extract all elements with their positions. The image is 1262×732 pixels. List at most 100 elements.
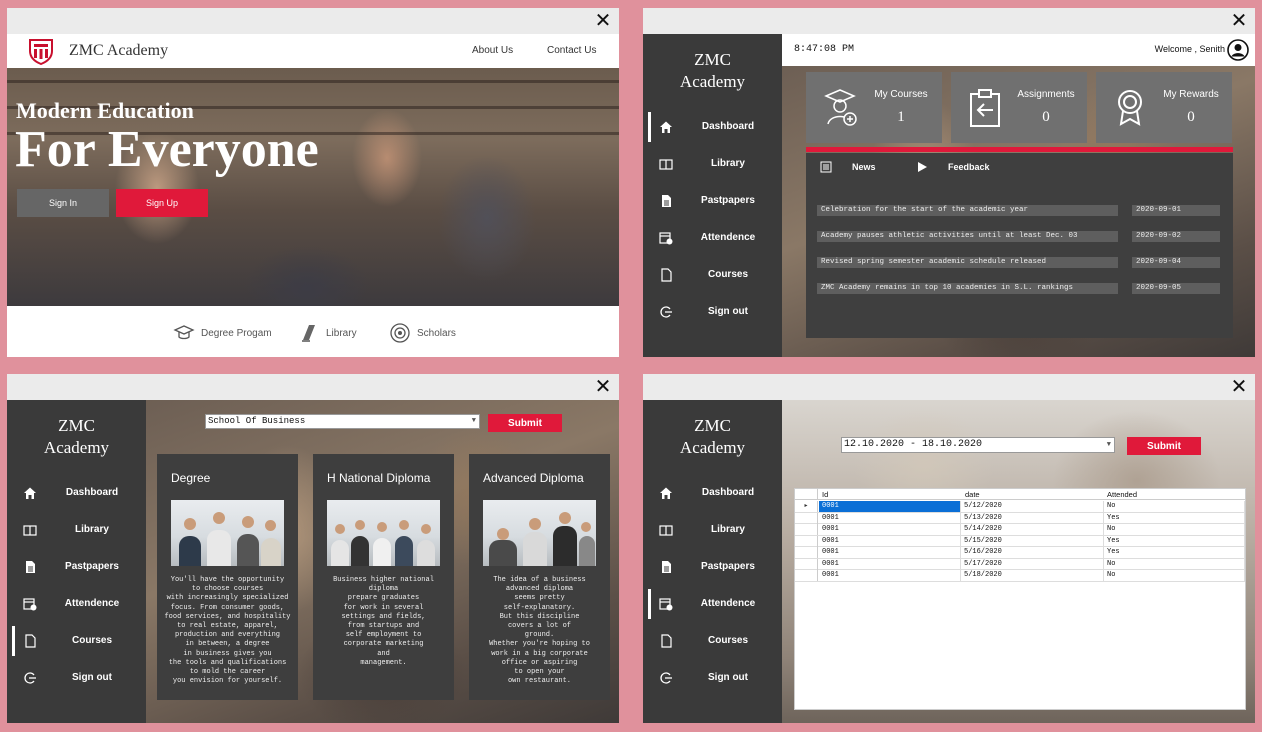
table-cell-date[interactable]: 5/13/2020 (961, 512, 1104, 524)
sidebar-item-library[interactable]: Library (7, 515, 146, 545)
card-value: 1 (897, 109, 905, 125)
row-selector[interactable] (795, 547, 818, 558)
table-cell-id[interactable]: 0001 (819, 558, 961, 570)
sidebar-item-library[interactable]: Library (643, 515, 782, 545)
sign-up-button[interactable]: Sign Up (116, 189, 208, 217)
scholar-icon (390, 323, 410, 343)
sidebar-item-attendence[interactable]: Attendence (643, 223, 782, 253)
news-title: ZMC Academy remains in top 10 academies … (817, 283, 1118, 294)
table-row[interactable]: 0001 5/13/2020 Yes (795, 512, 1245, 524)
table-row[interactable]: 0001 5/18/2020 No (795, 570, 1245, 582)
sidebar-item-attendence[interactable]: Attendence (7, 589, 146, 619)
school-select[interactable]: School Of Business ▼ (205, 414, 480, 429)
row-selector[interactable] (795, 570, 818, 581)
brand-name: ZMC Academy (69, 42, 169, 59)
sidebar-item-dashboard[interactable]: Dashboard (7, 478, 146, 508)
feature-bar: Degree Progam Library Scholars (7, 306, 619, 357)
chevron-down-icon: ▼ (1106, 441, 1111, 449)
sidebar-item-pastpapers[interactable]: Pastpapers (643, 186, 782, 216)
table-cell-id[interactable]: 0001 (819, 535, 961, 547)
week-select[interactable]: 12.10.2020 - 18.10.2020 ▼ (841, 437, 1115, 453)
table-cell-id[interactable]: 0001 (819, 547, 961, 558)
sidebar-item-sign-out[interactable]: Sign out (643, 297, 782, 327)
document-icon (662, 561, 671, 573)
sidebar-item-dashboard[interactable]: Dashboard (643, 478, 782, 508)
table-cell-attended[interactable]: Yes (1104, 512, 1245, 524)
sidebar-item-label: Attendence (700, 232, 756, 243)
degree-program-link[interactable]: Degree Progam (173, 322, 272, 344)
course-image (327, 500, 440, 566)
table-cell-date[interactable]: 5/16/2020 (961, 547, 1104, 558)
sidebar-item-courses[interactable]: Courses (643, 626, 782, 656)
dashboard-window: ✕ ZMC Academy Dashboard Library Pastpaper… (643, 8, 1255, 357)
table-cell-attended[interactable]: No (1104, 501, 1245, 512)
table-cell-date[interactable]: 5/18/2020 (961, 570, 1104, 581)
sidebar-item-pastpapers[interactable]: Pastpapers (643, 552, 782, 582)
table-cell-attended[interactable]: Yes (1104, 547, 1245, 558)
scholars-link[interactable]: Scholars (389, 322, 456, 344)
about-us-link[interactable]: About Us (472, 45, 513, 56)
course-card-advanced-diploma[interactable]: Advanced Diploma The idea of a business … (469, 454, 610, 700)
table-cell-id[interactable]: 0001 (819, 570, 961, 581)
course-description: You'll have the opportunity to choose co… (164, 576, 291, 686)
table-cell-id[interactable]: 0001 (819, 512, 961, 524)
tab-news[interactable]: News (820, 159, 876, 175)
close-icon[interactable]: ✕ (593, 376, 613, 396)
row-selector[interactable] (795, 524, 818, 535)
sidebar-item-dashboard[interactable]: Dashboard (643, 112, 782, 142)
sidebar-item-library[interactable]: Library (643, 149, 782, 179)
tab-label: Feedback (948, 162, 990, 172)
course-card-hnd[interactable]: H National Diploma Business higher natio… (313, 454, 454, 700)
sidebar-brand: ZMC Academy (679, 50, 746, 91)
close-icon[interactable]: ✕ (593, 10, 613, 30)
table-row[interactable]: 0001 5/15/2020 Yes (795, 535, 1245, 547)
row-selector[interactable] (795, 535, 818, 547)
table-cell-attended[interactable]: No (1104, 558, 1245, 570)
my-rewards-card[interactable]: My Rewards 0 (1096, 72, 1232, 143)
assignments-card[interactable]: Assignments 0 (951, 72, 1087, 143)
table-cell-date[interactable]: 5/15/2020 (961, 535, 1104, 547)
library-link[interactable]: Library (298, 322, 357, 344)
table-row[interactable]: 0001 5/16/2020 Yes (795, 547, 1245, 559)
sidebar-item-sign-out[interactable]: Sign out (7, 663, 146, 693)
sidebar-item-sign-out[interactable]: Sign out (643, 663, 782, 693)
tab-feedback[interactable]: Feedback (916, 159, 990, 175)
my-courses-card[interactable]: My Courses 1 (806, 72, 942, 143)
panel-tabs: News Feedback (806, 153, 1233, 181)
table-cell-attended[interactable]: No (1104, 524, 1245, 535)
sidebar-item-attendence[interactable]: Attendence (643, 589, 782, 619)
table-cell-id[interactable]: 0001 (819, 524, 961, 535)
sidebar-item-label: Courses (71, 635, 112, 646)
row-selector[interactable] (795, 558, 818, 570)
sidebar-item-pastpapers[interactable]: Pastpapers (7, 552, 146, 582)
file-icon (661, 268, 672, 282)
row-selector-arrow[interactable]: ▸ (795, 501, 818, 512)
user-avatar-icon[interactable] (1227, 39, 1249, 61)
news-title: Academy pauses athletic activities until… (817, 231, 1118, 242)
course-title: Degree (171, 471, 211, 485)
sidebar-item-courses[interactable]: Courses (643, 260, 782, 290)
course-card-degree[interactable]: Degree You'll have the opportunity to ch… (157, 454, 298, 700)
sidebar-item-courses[interactable]: Courses (7, 626, 146, 656)
close-icon[interactable]: ✕ (1229, 10, 1249, 30)
contact-us-link[interactable]: Contact Us (547, 45, 596, 56)
table-row[interactable]: 0001 5/14/2020 No (795, 524, 1245, 536)
sidebar-item-label: Dashboard (701, 121, 755, 132)
sidebar-item-label: Library (75, 524, 109, 535)
row-selector[interactable] (795, 512, 818, 524)
table-cell-date[interactable]: 5/14/2020 (961, 524, 1104, 535)
table-row[interactable]: 0001 5/17/2020 No (795, 558, 1245, 570)
sign-in-button[interactable]: Sign In (17, 189, 109, 217)
submit-button[interactable]: Submit (1127, 437, 1201, 455)
sidebar: ZMC Academy Dashboard Library Pastpapers … (643, 400, 782, 723)
table-cell-id[interactable]: 0001 (819, 501, 961, 512)
sidebar-item-label: Sign out (72, 672, 112, 683)
table-cell-attended[interactable]: No (1104, 570, 1245, 581)
submit-button[interactable]: Submit (488, 414, 562, 432)
table-row[interactable]: ▸ 0001 5/12/2020 No (795, 501, 1245, 513)
table-cell-attended[interactable]: Yes (1104, 535, 1245, 547)
table-cell-date[interactable]: 5/17/2020 (961, 558, 1104, 570)
table-cell-date[interactable]: 5/12/2020 (961, 501, 1104, 512)
close-icon[interactable]: ✕ (1229, 376, 1249, 396)
book-icon (23, 525, 37, 536)
